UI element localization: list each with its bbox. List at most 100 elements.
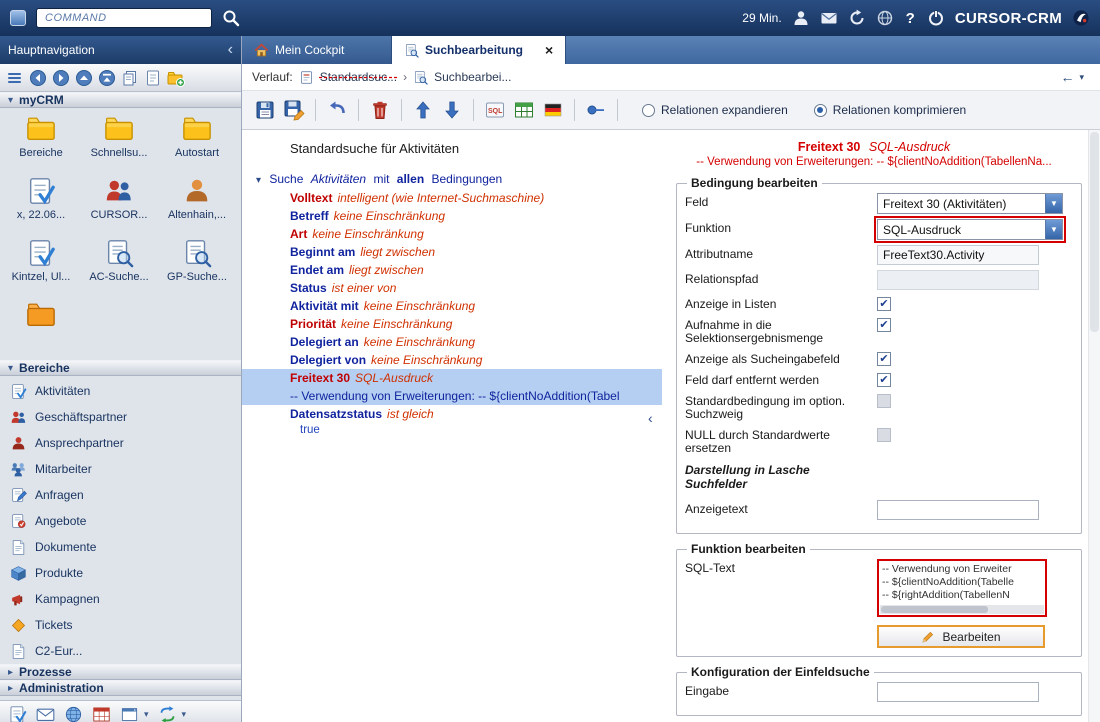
vertical-scrollbar[interactable] xyxy=(1088,130,1100,722)
tree-row-subtext[interactable]: -- Verwendung von Erweiterungen: -- ${cl… xyxy=(242,387,662,405)
feld-darf-entfernt-werden-checkbox[interactable]: ✔ xyxy=(877,373,891,387)
radio-relationen-expandieren[interactable]: Relationen expandieren xyxy=(642,103,788,117)
combobox-arrow-icon[interactable]: ▼ xyxy=(1045,220,1062,239)
tree-row-endet-am[interactable]: Endet amliegt zwischen xyxy=(242,261,662,279)
sql-view-icon[interactable]: SQL xyxy=(484,99,506,121)
window-icon[interactable] xyxy=(120,705,139,722)
calendar-table-icon[interactable] xyxy=(92,705,111,722)
paste-icon[interactable] xyxy=(144,69,162,87)
nav-up-icon[interactable] xyxy=(75,69,93,87)
sidebar-item-anfragen[interactable]: Anfragen xyxy=(0,482,241,508)
tree-row-betreff[interactable]: Betreffkeine Einschränkung xyxy=(242,207,662,225)
copy-icon[interactable] xyxy=(121,69,139,87)
globe-icon[interactable] xyxy=(876,9,894,27)
tree-row-datensatzstatus[interactable]: Datensatzstatusist gleich xyxy=(242,405,662,423)
sidebar-item-kampagnen[interactable]: Kampagnen xyxy=(0,586,241,612)
breadcrumb-item-suchbearbeitung[interactable]: Suchbearbei... xyxy=(434,70,511,84)
history-back-icon[interactable]: ← xyxy=(1060,69,1074,85)
tree-row-delegiert-an[interactable]: Delegiert ankeine Einschränkung xyxy=(242,333,662,351)
sidebar-item-dokumente[interactable]: Dokumente xyxy=(0,534,241,560)
radio-button-icon[interactable] xyxy=(642,104,655,117)
attributname-input[interactable] xyxy=(877,245,1039,265)
new-folder-icon[interactable] xyxy=(167,69,185,87)
anzeige-in-listen-checkbox[interactable]: ✔ xyxy=(877,297,891,311)
tasks-icon[interactable] xyxy=(8,705,27,722)
tree-row-art[interactable]: Artkeine Einschränkung xyxy=(242,225,662,243)
refresh-icon[interactable] xyxy=(848,9,866,27)
nav-forward-icon[interactable] xyxy=(52,69,70,87)
grid-item-kintzel-ul[interactable]: Kintzel, Ul... xyxy=(2,236,80,298)
save-icon[interactable] xyxy=(254,99,276,121)
language-flag-icon[interactable] xyxy=(542,99,564,121)
nav-top-icon[interactable] xyxy=(98,69,116,87)
splitter-collapse-icon[interactable]: ‹ xyxy=(648,410,653,426)
sync-icon[interactable] xyxy=(158,705,177,722)
sql-horizontal-scrollbar[interactable] xyxy=(880,605,1044,614)
tree-row-volltext[interactable]: Volltextintelligent (wie Internet-Suchma… xyxy=(242,189,662,207)
network-icon[interactable] xyxy=(64,705,83,722)
history-dropdown-icon[interactable]: ▾ xyxy=(1079,72,1084,83)
delete-icon[interactable] xyxy=(369,99,391,121)
move-down-icon[interactable] xyxy=(441,99,463,121)
radio-relationen-komprimieren[interactable]: Relationen komprimieren xyxy=(814,103,966,117)
breadcrumb-item-standardsuche[interactable]: Standardsuc... xyxy=(320,70,397,84)
user-icon[interactable] xyxy=(792,9,810,27)
tree-row-delegiert-von[interactable]: Delegiert vonkeine Einschränkung xyxy=(242,351,662,369)
sidebar-item-mitarbeiter[interactable]: Mitarbeiter xyxy=(0,456,241,482)
section-header-bereiche[interactable]: ▾Bereiche xyxy=(0,360,241,376)
sidebar-item-produkte[interactable]: Produkte xyxy=(0,560,241,586)
section-header-prozesse[interactable]: ▸Prozesse xyxy=(0,664,241,680)
search-icon[interactable] xyxy=(222,9,240,27)
bottom-mail-icon[interactable] xyxy=(36,705,55,722)
tab-suchbearbeitung[interactable]: Suchbearbeitung × xyxy=(392,36,566,64)
aufnahme-in-die-selektionsergebnismenge-checkbox[interactable]: ✔ xyxy=(877,318,891,332)
scrollbar-thumb[interactable] xyxy=(881,606,988,613)
scrollbar-thumb[interactable] xyxy=(1090,132,1099,332)
tree-row-freitext-30[interactable]: Freitext 30SQL-Ausdruck xyxy=(242,369,662,387)
grid-item-gp-suche[interactable]: GP-Suche... xyxy=(158,236,236,298)
grid-item-ac-suche[interactable]: AC-Suche... xyxy=(80,236,158,298)
tree-row-aktivit-t-mit[interactable]: Aktivität mitkeine Einschränkung xyxy=(242,297,662,315)
tree-expander-icon[interactable]: ▾ xyxy=(256,175,261,186)
section-header-administration[interactable]: ▸Administration xyxy=(0,680,241,696)
undo-icon[interactable] xyxy=(326,99,348,121)
sidebar-collapse-icon[interactable]: ‹ xyxy=(228,42,233,58)
tree-root-node[interactable]: ▾ Suche Aktivitäten mit allen Bedingunge… xyxy=(256,172,662,186)
command-input[interactable] xyxy=(36,8,212,28)
tree-row-priorit-t[interactable]: Prioritätkeine Einschränkung xyxy=(242,315,662,333)
grid-item-cursor[interactable]: CURSOR... xyxy=(80,174,158,236)
feld-combobox[interactable]: Freitext 30 (Aktivitäten)▼ xyxy=(877,193,1063,214)
sidebar-item-tickets[interactable]: Tickets xyxy=(0,612,241,638)
sql-text-area[interactable]: -- Verwendung von Erweiter-- ${clientNoA… xyxy=(877,559,1047,617)
tree-row-beginnt-am[interactable]: Beginnt amliegt zwischen xyxy=(242,243,662,261)
nav-back-icon[interactable] xyxy=(29,69,47,87)
sidebar-item-c2-eur[interactable]: C2-Eur... xyxy=(0,638,241,664)
radio-button-icon[interactable] xyxy=(814,104,827,117)
grid-item-altenhain[interactable]: Altenhain,... xyxy=(158,174,236,236)
sidebar-item-aktivit-ten[interactable]: Aktivitäten xyxy=(0,378,241,404)
eingabe-input[interactable] xyxy=(877,682,1039,702)
save-as-icon[interactable] xyxy=(283,99,305,121)
mail-icon[interactable] xyxy=(820,9,838,27)
tab-close-icon[interactable]: × xyxy=(545,43,553,57)
sidebar-item-gesch-ftspartner[interactable]: Geschäftspartner xyxy=(0,404,241,430)
pin-icon[interactable] xyxy=(585,99,607,121)
result-table-icon[interactable] xyxy=(513,99,535,121)
app-icon[interactable] xyxy=(10,10,26,26)
grid-item-x-22-06[interactable]: x, 22.06... xyxy=(2,174,80,236)
menu-icon[interactable] xyxy=(6,69,24,87)
anzeige-als-sucheingabefeld-checkbox[interactable]: ✔ xyxy=(877,352,891,366)
grid-item-folder-orange[interactable] xyxy=(2,298,80,360)
help-button[interactable]: ? xyxy=(904,10,917,27)
anzeigetext-input[interactable] xyxy=(877,500,1039,520)
sidebar-item-ansprechpartner[interactable]: Ansprechpartner xyxy=(0,430,241,456)
section-header-mycrm[interactable]: ▾myCRM xyxy=(0,92,241,108)
combobox-arrow-icon[interactable]: ▼ xyxy=(1045,194,1062,213)
window-dropdown-icon[interactable]: ▾ xyxy=(144,709,149,720)
move-up-icon[interactable] xyxy=(412,99,434,121)
bearbeiten-button[interactable]: Bearbeiten xyxy=(877,625,1045,648)
funktion-combobox[interactable]: SQL-Ausdruck▼ xyxy=(877,219,1063,240)
tree-row-status[interactable]: Statusist einer von xyxy=(242,279,662,297)
power-icon[interactable] xyxy=(927,9,945,27)
sync-dropdown-icon[interactable]: ▾ xyxy=(182,709,187,720)
